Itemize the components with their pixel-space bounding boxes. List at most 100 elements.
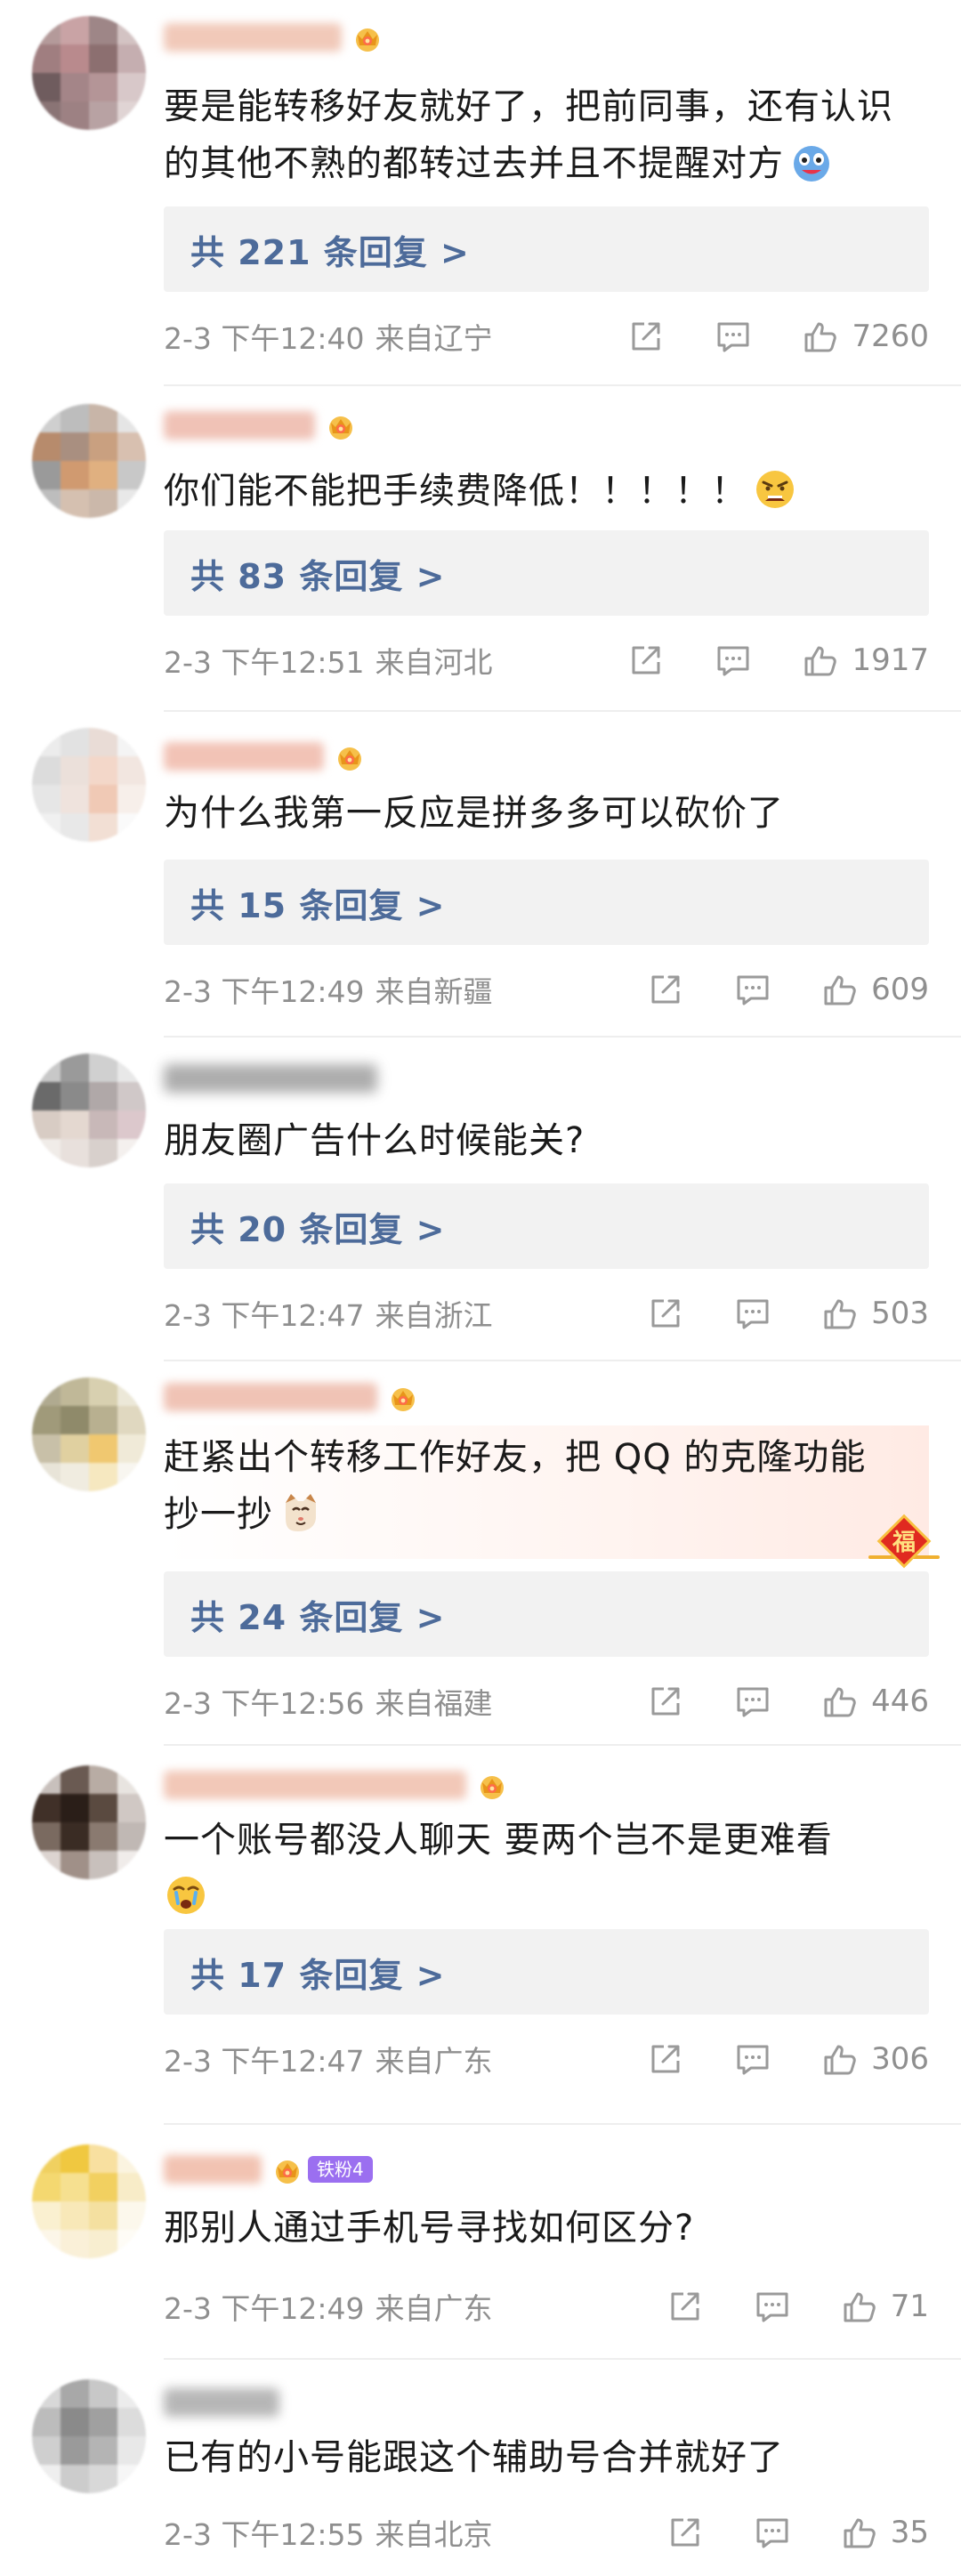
username-row (164, 737, 367, 776)
comment-actions: 306 (645, 2039, 929, 2079)
divider (164, 1744, 961, 1746)
comment-icon[interactable] (713, 316, 754, 357)
like-button[interactable]: 503 (820, 1293, 929, 1334)
comment-text: 你们能不能把手续费降低！！！！！ (164, 463, 929, 520)
like-button[interactable]: 71 (839, 2286, 929, 2327)
username-blurred[interactable] (164, 1383, 377, 1411)
comment-item: 赶紧出个转移工作好友，把 QQ 的克隆功能 抄一抄 福 共 24 条回复 > 2… (0, 1361, 961, 1746)
thumbs-up-icon (839, 2512, 880, 2553)
avatar[interactable] (32, 404, 146, 518)
avatar[interactable] (32, 2144, 146, 2258)
username-blurred[interactable] (164, 2155, 262, 2184)
like-count: 446 (871, 1684, 929, 1719)
like-button[interactable]: 306 (820, 2039, 929, 2079)
like-button[interactable]: 7260 (800, 316, 929, 357)
comment-location: 来自北京 (375, 2517, 493, 2552)
like-count: 7260 (852, 319, 929, 354)
like-button[interactable]: 35 (839, 2512, 929, 2553)
crown-badge-icon (475, 1770, 509, 1800)
avatar[interactable] (32, 2379, 146, 2493)
comment-icon[interactable] (752, 2512, 793, 2553)
comment-icon[interactable] (732, 1681, 773, 1722)
view-replies-button[interactable]: 共 221 条回复 > (164, 206, 929, 292)
comment-icon[interactable] (732, 2039, 773, 2079)
like-count: 609 (871, 972, 929, 1007)
crown-badge-icon (351, 22, 384, 52)
avatar[interactable] (32, 1765, 146, 1879)
comment-meta: 2-3 下午12:40 来自辽宁 7260 (164, 310, 929, 363)
username-blurred[interactable] (164, 742, 324, 771)
comment-location: 来自河北 (375, 645, 493, 680)
crown-badge-icon (386, 1382, 420, 1412)
thumbs-up-icon (800, 640, 841, 681)
username-blurred[interactable] (164, 1771, 466, 1799)
view-replies-button[interactable]: 共 15 条回复 > (164, 860, 929, 945)
like-button[interactable]: 609 (820, 969, 929, 1010)
comment-actions: 503 (645, 1293, 929, 1334)
comment-meta: 2-3 下午12:56 来自福建 446 (164, 1675, 929, 1728)
username-row (164, 1059, 377, 1098)
username-blurred[interactable] (164, 1064, 377, 1093)
angry-face-emoji-icon (753, 467, 797, 512)
share-icon[interactable] (626, 640, 666, 681)
avatar[interactable] (32, 1054, 146, 1167)
comment-meta: 2-3 下午12:49 来自新疆 609 (164, 963, 929, 1016)
comment-time: 2-3 下午12:51 (164, 645, 365, 680)
thumbs-up-icon (800, 316, 841, 357)
share-icon[interactable] (626, 316, 666, 357)
share-icon[interactable] (645, 1293, 686, 1334)
comment-location: 来自福建 (375, 1686, 493, 1721)
divider (164, 384, 961, 386)
avatar[interactable] (32, 728, 146, 842)
view-replies-button[interactable]: 共 17 条回复 > (164, 1929, 929, 2015)
comment-meta: 2-3 下午12:47 来自广东 306 (164, 2032, 929, 2086)
comment-text: 为什么我第一反应是拼多多可以砍价了 (164, 793, 784, 834)
comment-icon[interactable] (713, 640, 754, 681)
comment-meta: 2-3 下午12:51 来自河北 1917 (164, 634, 929, 687)
avatar[interactable] (32, 1377, 146, 1491)
share-icon[interactable] (665, 2512, 706, 2553)
share-icon[interactable] (645, 2039, 686, 2079)
comment-icon[interactable] (732, 1293, 773, 1334)
comment-text: 那别人通过手机号寻找如何区分? (164, 2208, 695, 2249)
view-replies-button[interactable]: 共 24 条回复 > (164, 1571, 929, 1657)
view-replies-button[interactable]: 共 83 条回复 > (164, 530, 929, 616)
crown-badge-icon (324, 410, 358, 440)
username-blurred[interactable] (164, 2388, 279, 2417)
share-icon[interactable] (645, 1681, 686, 1722)
share-icon[interactable] (645, 969, 686, 1010)
username-blurred[interactable] (164, 23, 342, 52)
comment-time: 2-3 下午12:49 (164, 2291, 365, 2326)
comment-meta: 2-3 下午12:47 来自浙江 503 (164, 1287, 929, 1340)
comment-item: 朋友圈广告什么时候能关? 共 20 条回复 > 2-3 下午12:47 来自浙江… (0, 1038, 961, 1361)
comment-item: 为什么我第一反应是拼多多可以砍价了 共 15 条回复 > 2-3 下午12:49… (0, 712, 961, 1038)
divider (164, 2358, 961, 2360)
comment-time: 2-3 下午12:56 (164, 1686, 365, 1721)
view-replies-button[interactable]: 共 20 条回复 > (164, 1183, 929, 1269)
username-blurred[interactable] (164, 411, 315, 440)
thumbs-up-icon (820, 969, 860, 1010)
like-count: 306 (871, 2041, 929, 2077)
comment-actions: 609 (645, 969, 929, 1010)
comment-meta: 2-3 下午12:55 来自北京 35 (164, 2506, 929, 2559)
avatar[interactable] (32, 16, 146, 130)
comment-location: 来自辽宁 (375, 321, 493, 356)
like-button[interactable]: 446 (820, 1681, 929, 1722)
thumbs-up-icon (839, 2286, 880, 2327)
fu-festival-badge-icon: 福 (868, 1506, 940, 1577)
username-row (164, 1377, 420, 1417)
cry-face-emoji-icon (164, 1873, 208, 1918)
comment-item: 要是能转移好友就好了，把前同事，还有认识的其他不熟的都转过去并且不提醒对方 共 … (0, 0, 961, 386)
comment-time: 2-3 下午12:40 (164, 321, 365, 356)
like-button[interactable]: 1917 (800, 640, 929, 681)
comment-actions: 7260 (626, 316, 929, 357)
comment-text: 朋友圈广告什么时候能关? (164, 1120, 585, 1161)
comment-actions: 35 (665, 2512, 929, 2553)
comment-icon[interactable] (732, 969, 773, 1010)
like-count: 71 (890, 2289, 929, 2324)
comment-actions: 446 (645, 1681, 929, 1722)
thumbs-up-icon (820, 2039, 860, 2079)
share-icon[interactable] (665, 2286, 706, 2327)
comment-time: 2-3 下午12:55 (164, 2517, 365, 2552)
comment-icon[interactable] (752, 2286, 793, 2327)
